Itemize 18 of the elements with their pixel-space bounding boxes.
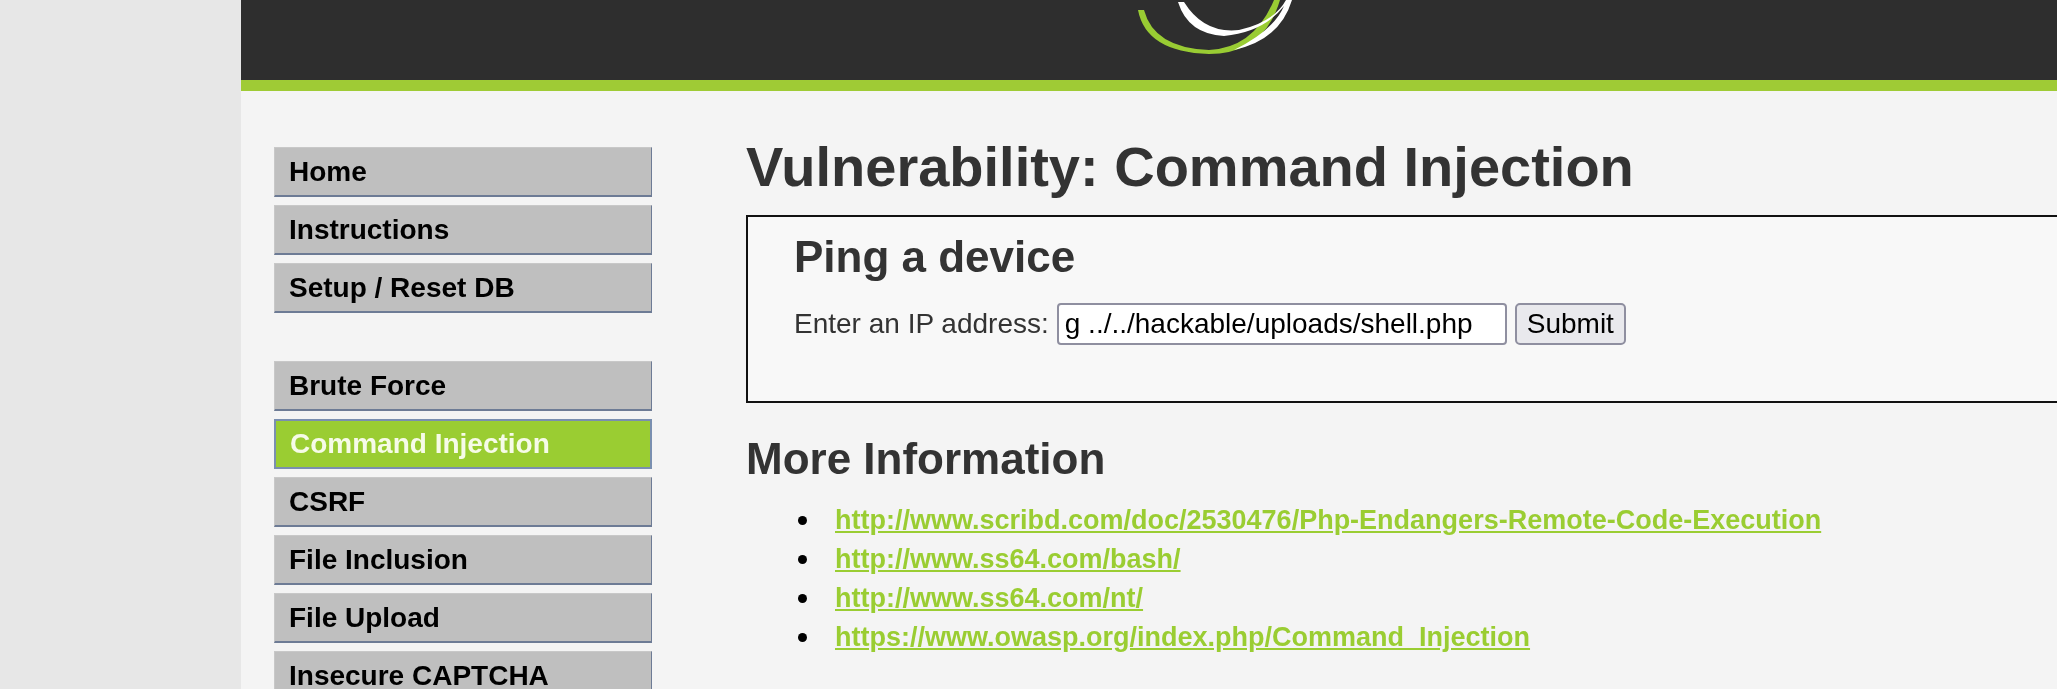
bullet-icon (798, 515, 807, 525)
menu-item[interactable]: Home (274, 147, 652, 197)
form-heading: Ping a device (794, 231, 1077, 283)
ip-label: Enter an IP address: (794, 308, 1049, 340)
menu-item[interactable]: CSRF (274, 477, 652, 527)
ip-input-field[interactable]: g ../../hackable/uploads/shell.php (1056, 303, 1507, 345)
menu-item[interactable]: File Upload (274, 593, 652, 643)
menu-item[interactable]: Insecure CAPTCHA (274, 651, 652, 689)
menu-item[interactable]: Instructions (274, 205, 652, 255)
bullet-icon (798, 593, 807, 603)
page-title: Vulnerability: Command Injection (746, 135, 1635, 199)
menu-item[interactable]: File Inclusion (274, 535, 652, 585)
menu-item[interactable]: Setup / Reset DB (274, 263, 652, 313)
submit-button[interactable]: Submit (1514, 303, 1626, 345)
section-heading: More Information (746, 433, 1107, 485)
menu-item[interactable]: Brute Force (274, 361, 652, 411)
bullet-icon (798, 554, 807, 564)
bullet-icon (798, 632, 807, 642)
